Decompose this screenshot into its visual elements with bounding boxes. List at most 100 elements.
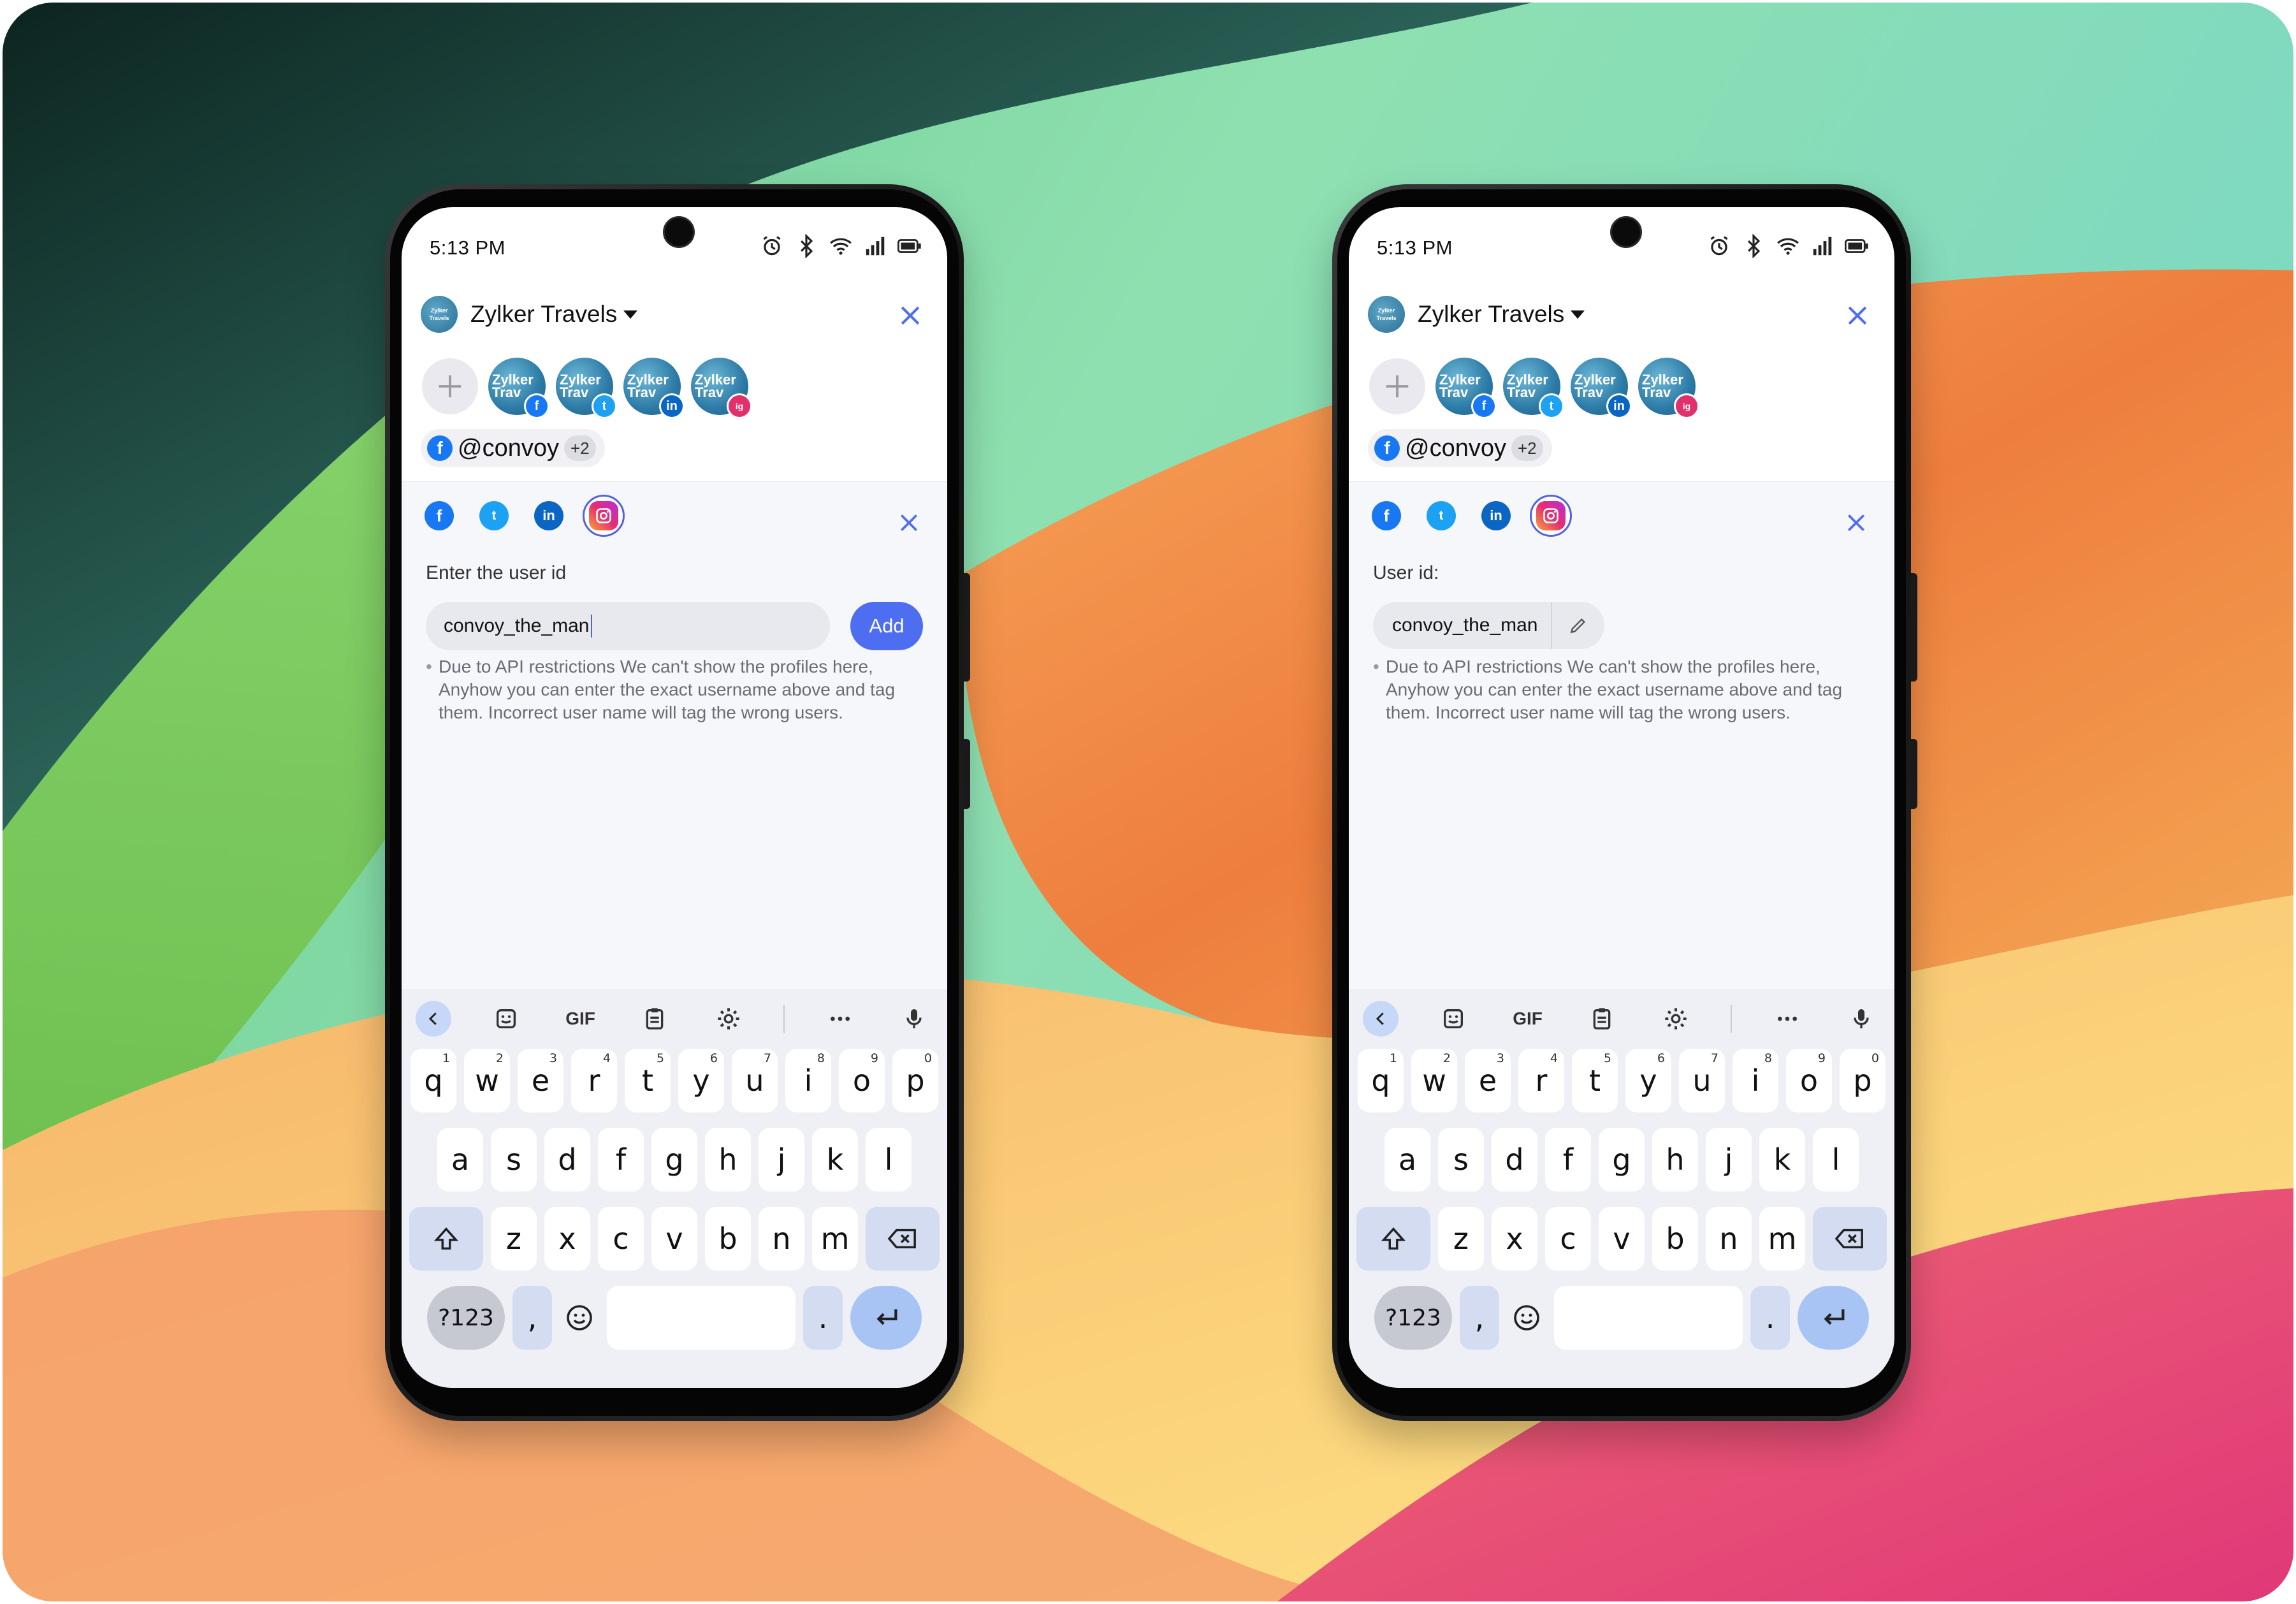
key[interactable]: h (705, 1128, 751, 1192)
avatar-instagram[interactable]: Zylker Trav ig (691, 358, 752, 419)
key[interactable]: s (1438, 1128, 1484, 1192)
key[interactable]: v (651, 1207, 697, 1271)
key[interactable]: p0 (1840, 1049, 1885, 1112)
key[interactable]: v (1599, 1207, 1645, 1271)
linkedin-tab[interactable]: in (1481, 501, 1511, 530)
sticker-icon[interactable] (487, 1001, 525, 1037)
key[interactable]: w2 (1411, 1049, 1457, 1112)
key[interactable]: y6 (1625, 1049, 1671, 1112)
key[interactable]: q1 (411, 1049, 456, 1112)
key[interactable]: x (1492, 1207, 1537, 1271)
gif-button[interactable]: GIF (562, 1001, 600, 1037)
key[interactable]: j (759, 1128, 804, 1192)
avatar-facebook[interactable]: Zylker Trav f (1435, 358, 1497, 419)
key[interactable]: f (1545, 1128, 1591, 1192)
numbers-key[interactable]: ?123 (427, 1286, 505, 1350)
instagram-tab[interactable] (1530, 495, 1572, 537)
key[interactable]: s (491, 1128, 537, 1192)
key[interactable]: y6 (678, 1049, 724, 1112)
key[interactable]: n (1706, 1207, 1752, 1271)
linkedin-tab[interactable]: in (534, 501, 563, 530)
chevron-left-icon[interactable] (416, 1001, 451, 1037)
backspace-key[interactable] (1813, 1207, 1887, 1271)
avatar-linkedin[interactable]: Zylker Trav in (623, 358, 685, 419)
clipboard-icon[interactable] (1583, 1001, 1621, 1037)
gear-icon[interactable] (1657, 1001, 1695, 1037)
key[interactable]: o9 (1786, 1049, 1832, 1112)
key[interactable]: j (1706, 1128, 1752, 1192)
gif-button[interactable]: GIF (1509, 1001, 1547, 1037)
numbers-key[interactable]: ?123 (1374, 1286, 1452, 1350)
enter-key[interactable] (850, 1286, 922, 1350)
space-key[interactable] (1554, 1286, 1743, 1350)
key[interactable]: z (1438, 1207, 1484, 1271)
add-account-button[interactable] (1369, 358, 1425, 414)
facebook-tab[interactable]: f (425, 501, 454, 530)
key[interactable]: k (1759, 1128, 1805, 1192)
account-switcher[interactable]: Zylker Travels Zylker Travels (421, 295, 638, 333)
key[interactable]: h (1652, 1128, 1698, 1192)
add-button[interactable]: Add (850, 602, 923, 650)
key[interactable]: n (759, 1207, 804, 1271)
key[interactable]: t5 (1572, 1049, 1618, 1112)
chevron-left-icon[interactable] (1363, 1001, 1399, 1037)
key[interactable]: i8 (785, 1049, 831, 1112)
key[interactable]: p0 (892, 1049, 938, 1112)
edit-button[interactable] (1550, 602, 1604, 649)
key[interactable]: k (812, 1128, 858, 1192)
key[interactable]: u7 (1679, 1049, 1725, 1112)
shift-key[interactable] (1356, 1207, 1430, 1271)
key[interactable]: e3 (1465, 1049, 1511, 1112)
key[interactable]: l (866, 1128, 912, 1192)
key[interactable]: d (544, 1128, 590, 1192)
key[interactable]: e3 (518, 1049, 563, 1112)
more-icon[interactable] (821, 1001, 859, 1037)
key[interactable]: l (1813, 1128, 1859, 1192)
backspace-key[interactable] (866, 1207, 940, 1271)
enter-key[interactable] (1798, 1286, 1869, 1350)
key[interactable]: c (1545, 1207, 1591, 1271)
key[interactable]: g (1599, 1128, 1645, 1192)
account-switcher[interactable]: Zylker Travels Zylker Travels (1368, 295, 1585, 333)
comma-key[interactable]: , (1460, 1286, 1499, 1350)
key[interactable]: m (1759, 1207, 1805, 1271)
emoji-key[interactable] (1507, 1286, 1546, 1350)
key[interactable]: f (598, 1128, 644, 1192)
key[interactable]: a (437, 1128, 483, 1192)
avatar-facebook[interactable]: Zylker Trav f (488, 358, 549, 419)
avatar-instagram[interactable]: Zylker Trav ig (1638, 358, 1699, 419)
key[interactable]: m (812, 1207, 858, 1271)
twitter-tab[interactable]: t (479, 501, 509, 530)
user-id-input[interactable]: convoy_the_man (426, 602, 830, 650)
twitter-tab[interactable]: t (1427, 501, 1456, 530)
mic-icon[interactable] (1842, 1001, 1880, 1037)
avatar-linkedin[interactable]: Zylker Trav in (1571, 358, 1632, 419)
key[interactable]: i8 (1733, 1049, 1778, 1112)
key[interactable]: b (705, 1207, 751, 1271)
facebook-tab[interactable]: f (1372, 501, 1401, 530)
avatar-twitter[interactable]: Zylker Trav t (556, 358, 617, 419)
key[interactable]: w2 (464, 1049, 510, 1112)
key[interactable]: t5 (625, 1049, 671, 1112)
period-key[interactable]: . (803, 1286, 843, 1350)
comma-key[interactable]: , (512, 1286, 552, 1350)
shift-key[interactable] (409, 1207, 483, 1271)
close-icon[interactable] (1843, 302, 1871, 330)
sticker-icon[interactable] (1434, 1001, 1472, 1037)
key[interactable]: x (544, 1207, 590, 1271)
key[interactable]: q1 (1358, 1049, 1404, 1112)
key[interactable]: c (598, 1207, 644, 1271)
gear-icon[interactable] (709, 1001, 748, 1037)
space-key[interactable] (607, 1286, 796, 1350)
tagged-user-chip[interactable]: f @convoy +2 (421, 429, 605, 467)
close-icon[interactable] (1843, 510, 1869, 536)
instagram-tab[interactable] (583, 495, 625, 537)
key[interactable]: u7 (732, 1049, 778, 1112)
key[interactable]: a (1384, 1128, 1430, 1192)
key[interactable]: r4 (1518, 1049, 1564, 1112)
add-account-button[interactable] (422, 358, 478, 414)
close-icon[interactable] (896, 510, 922, 536)
key[interactable]: g (651, 1128, 697, 1192)
key[interactable]: b (1652, 1207, 1698, 1271)
key[interactable]: z (491, 1207, 537, 1271)
